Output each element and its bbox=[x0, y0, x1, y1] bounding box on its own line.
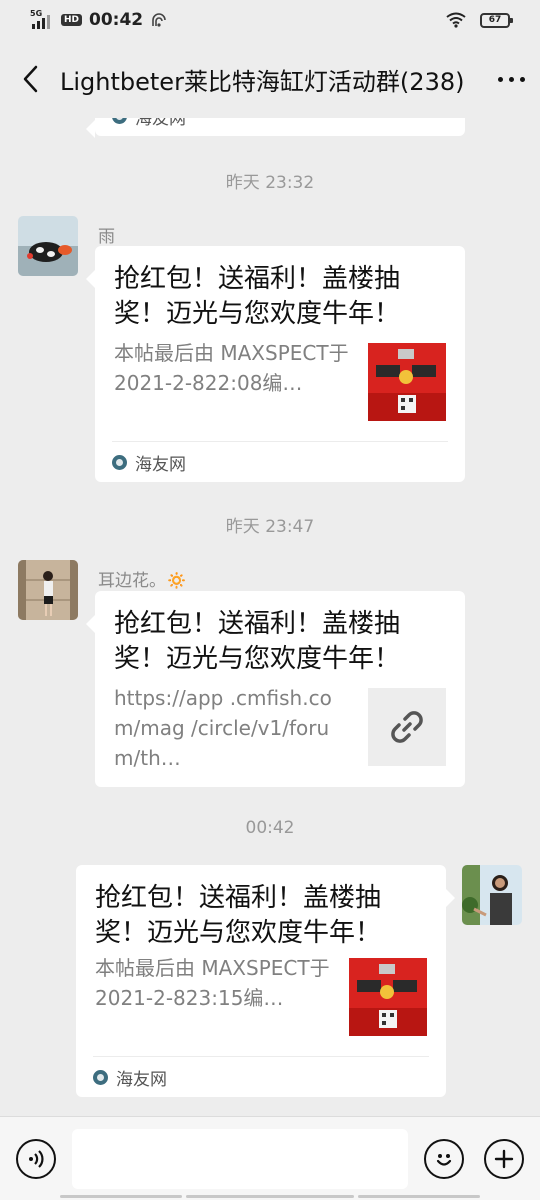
home-indicator bbox=[358, 1195, 480, 1198]
plus-icon bbox=[494, 1149, 514, 1169]
chat-messages[interactable]: 海友网 昨天 23:32 雨 抢红包！送福利！盖楼抽奖！迈光与您欢度牛年！ 本帖… bbox=[0, 118, 540, 1116]
status-right: 67 bbox=[446, 12, 513, 28]
card-title: 抢红包！送福利！盖楼抽奖！迈光与您欢度牛年！ bbox=[114, 609, 401, 674]
card-description: https://app .cmfish.com/mag /circle/v1/f… bbox=[114, 686, 332, 770]
avatar-self[interactable] bbox=[462, 865, 522, 925]
card-thumbnail bbox=[368, 343, 446, 421]
emoji-icon bbox=[436, 1154, 452, 1166]
network-type: 5G bbox=[30, 9, 43, 18]
source-name: 海友网 bbox=[135, 118, 186, 129]
status-left: 5G HD 00:42 bbox=[30, 9, 168, 30]
status-bar: 5G HD 00:42 67 bbox=[0, 0, 540, 40]
battery-level: 67 bbox=[488, 15, 502, 25]
sender-name: 雨 bbox=[98, 227, 115, 247]
message-timestamp: 昨天 23:32 bbox=[225, 173, 315, 193]
source-name: 海友网 bbox=[135, 454, 186, 475]
card-description: 本帖最后由 MAXSPECT于 2021-2-822:08编… bbox=[114, 341, 349, 395]
chat-header: Lightbeter莱比特海缸灯活动群(238) bbox=[0, 40, 540, 118]
more-options-button[interactable] bbox=[482, 40, 540, 118]
card-source: 海友网 bbox=[112, 441, 448, 482]
home-indicator bbox=[186, 1195, 354, 1198]
source-name: 海友网 bbox=[116, 1069, 167, 1090]
cellular-signal-icon: 5G bbox=[30, 9, 54, 29]
message-timestamp: 昨天 23:47 bbox=[225, 517, 315, 537]
voice-icon bbox=[29, 1150, 44, 1168]
message-card[interactable]: 抢红包！送福利！盖楼抽奖！迈光与您欢度牛年！ https://app .cmfi… bbox=[86, 591, 465, 787]
source-logo-icon bbox=[112, 454, 127, 470]
battery-icon: 67 bbox=[480, 12, 513, 28]
status-time: 00:42 bbox=[89, 10, 144, 30]
card-title: 抢红包！送福利！盖楼抽奖！迈光与您欢度牛年！ bbox=[95, 883, 382, 948]
back-arrow-icon bbox=[23, 65, 38, 93]
link-thumbnail bbox=[368, 688, 446, 766]
chat-title: Lightbeter莱比特海缸灯活动群(238) bbox=[60, 67, 465, 96]
hd-badge: HD bbox=[61, 14, 83, 26]
voice-button[interactable] bbox=[16, 1139, 56, 1179]
more-dots-icon bbox=[497, 76, 503, 82]
sender-name: 耳边花。🔅 bbox=[98, 571, 188, 591]
wifi-icon bbox=[446, 12, 466, 28]
back-button[interactable] bbox=[0, 40, 60, 118]
card-title: 抢红包！送福利！盖楼抽奖！迈光与您欢度牛年！ bbox=[114, 264, 401, 329]
source-logo-icon bbox=[93, 1069, 108, 1085]
source-logo-icon bbox=[112, 118, 127, 124]
message-card[interactable]: 抢红包！送福利！盖楼抽奖！迈光与您欢度牛年！ 本帖最后由 MAXSPECT于 2… bbox=[86, 246, 465, 482]
avatar-erbianhua[interactable] bbox=[18, 560, 78, 620]
hotspot-icon bbox=[152, 13, 166, 27]
message-input[interactable] bbox=[72, 1129, 408, 1189]
link-icon bbox=[391, 711, 423, 743]
card-source: 海友网 bbox=[93, 1056, 429, 1097]
message-card-self[interactable]: 抢红包！送福利！盖楼抽奖！迈光与您欢度牛年！ 本帖最后由 MAXSPECT于 2… bbox=[76, 865, 455, 1097]
message-timestamp: 00:42 bbox=[245, 818, 295, 838]
avatar-yu[interactable] bbox=[18, 216, 78, 276]
card-source: 海友网 bbox=[112, 118, 448, 136]
home-indicator bbox=[60, 1195, 182, 1198]
input-bar bbox=[0, 1116, 540, 1200]
plus-button[interactable] bbox=[484, 1139, 524, 1179]
message-card-partial[interactable]: 海友网 bbox=[86, 118, 465, 138]
card-thumbnail bbox=[349, 958, 427, 1036]
card-description: 本帖最后由 MAXSPECT于 2021-2-823:15编… bbox=[95, 956, 330, 1010]
emoji-button[interactable] bbox=[424, 1139, 464, 1179]
